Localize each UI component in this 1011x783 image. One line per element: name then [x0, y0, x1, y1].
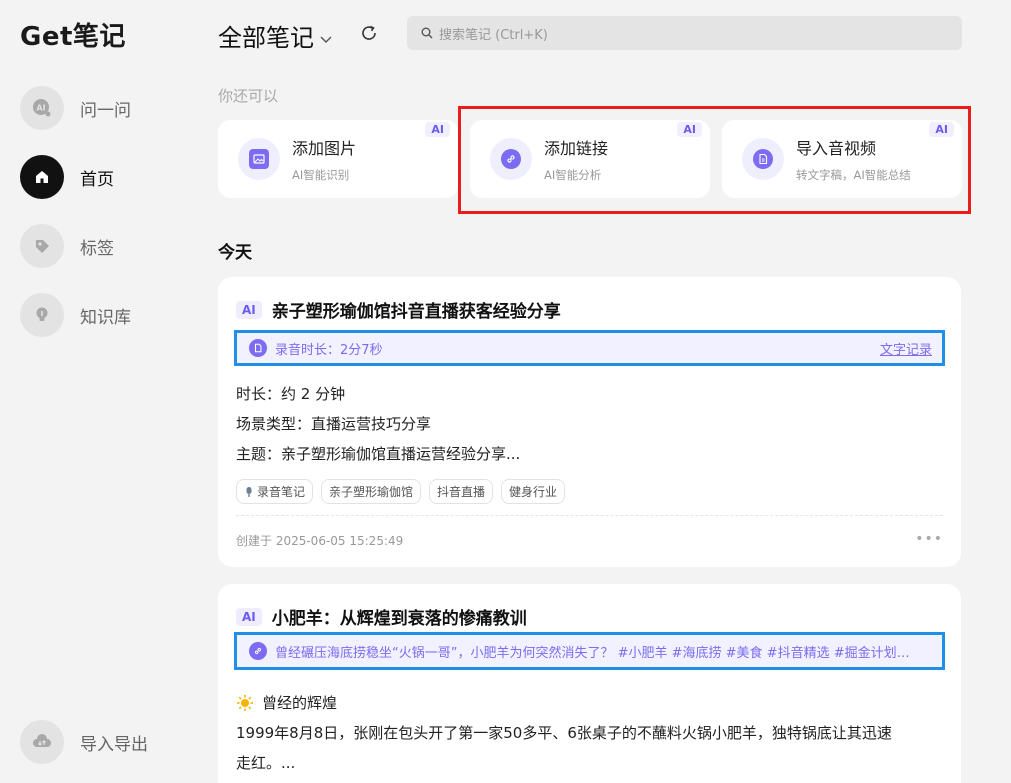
page-title: 全部笔记: [218, 24, 314, 52]
note-card[interactable]: AI 亲子塑形瑜伽馆抖音直播获客经验分享 录音时长：2分7秒 文字记录 时长：约…: [218, 277, 961, 567]
note-paragraph: 走红。...: [236, 754, 296, 772]
subheading-text: 曾经的辉煌: [262, 694, 338, 712]
highlight-box: [458, 106, 971, 214]
sidebar-item-label: 问一问: [80, 100, 131, 121]
lightbulb-icon: [20, 293, 64, 337]
sidebar-item-label: 知识库: [80, 307, 131, 328]
action-title: 添加图片: [292, 139, 357, 158]
recording-duration: 录音时长：2分7秒: [275, 342, 383, 358]
audio-file-icon: [249, 339, 267, 357]
note-subheading: 曾经的辉煌: [236, 692, 337, 713]
add-image-card[interactable]: 添加图片 AI智能识别 AI: [218, 120, 458, 198]
sidebar-item-label: 首页: [80, 169, 114, 190]
svg-text:AI: AI: [36, 104, 45, 113]
action-subtitle: AI智能识别: [292, 168, 350, 182]
note-card[interactable]: AI 小肥羊：从辉煌到衰落的惨痛教训 曾经碾压海底捞稳坐“火锅一哥”，小肥羊为何…: [218, 584, 961, 783]
sun-icon: [237, 694, 253, 711]
ai-badge: AI: [425, 122, 450, 137]
created-timestamp: 创建于 2025-06-05 15:25:49: [236, 534, 404, 548]
note-paragraph: 1999年8月8日，张刚在包头开了第一家50多平、6张桌子的不蘸料火锅小肥羊，独…: [236, 724, 892, 742]
link-summary: 曾经碾压海底捞稳坐“火锅一哥”，小肥羊为何突然消失了？ #小肥羊 #海底捞 #美…: [275, 645, 910, 661]
sidebar-item-import-export[interactable]: 导入导出: [20, 720, 148, 764]
note-line: 主题：亲子塑形瑜伽馆直播运营经验分享...: [236, 445, 521, 463]
note-line: 时长：约 2 分钟: [236, 385, 346, 403]
ai-tag: AI: [236, 607, 262, 626]
sidebar-item-label: 导入导出: [80, 734, 148, 755]
page-title-dropdown[interactable]: 全部笔记: [218, 18, 332, 53]
tag-chip[interactable]: 健身行业: [501, 479, 566, 504]
refresh-icon[interactable]: [358, 22, 380, 44]
link-icon: [249, 642, 267, 660]
chevron-down-icon: [320, 22, 332, 50]
image-icon: [238, 138, 280, 180]
app-logo: Get笔记: [20, 22, 126, 52]
recording-info-bar: 录音时长：2分7秒 文字记录: [234, 330, 945, 366]
link-info-bar[interactable]: 曾经碾压海底捞稳坐“火锅一哥”，小肥羊为何突然消失了？ #小肥羊 #海底捞 #美…: [234, 632, 945, 670]
note-title: 亲子塑形瑜伽馆抖音直播获客经验分享: [271, 302, 561, 322]
home-icon: [20, 155, 64, 199]
tag-chip[interactable]: 抖音直播: [429, 479, 494, 504]
sidebar-item-tags[interactable]: 标签: [20, 224, 114, 268]
tag-label: 健身行业: [509, 485, 558, 499]
tag-chip[interactable]: 录音笔记: [236, 479, 314, 504]
divider: [236, 515, 943, 516]
ai-chat-icon: AI: [20, 86, 64, 130]
sidebar-item-ask[interactable]: AI 问一问: [20, 86, 131, 130]
note-line: 场景类型：直播运营技巧分享: [236, 415, 432, 433]
tag-label: 亲子塑形瑜伽馆: [329, 485, 414, 499]
section-hint: 你还可以: [218, 87, 279, 105]
import-export-icon: [20, 720, 64, 764]
section-today: 今天: [218, 243, 252, 263]
sidebar-item-home[interactable]: 首页: [20, 155, 114, 199]
ai-tag: AI: [236, 300, 262, 319]
sidebar-item-knowledge[interactable]: 知识库: [20, 293, 131, 337]
tag-label: 录音笔记: [257, 485, 306, 499]
search-icon: [421, 27, 433, 39]
note-title: 小肥羊：从辉煌到衰落的惨痛教训: [271, 609, 527, 629]
mic-icon: [246, 486, 252, 497]
transcript-link[interactable]: 文字记录: [880, 339, 932, 358]
tag-chip[interactable]: 亲子塑形瑜伽馆: [321, 479, 422, 504]
more-icon[interactable]: •••: [915, 531, 943, 547]
search-input[interactable]: 搜索笔记 (Ctrl+K): [407, 16, 962, 50]
sidebar-item-label: 标签: [80, 238, 114, 259]
tag-icon: [20, 224, 64, 268]
search-placeholder: 搜索笔记 (Ctrl+K): [439, 27, 548, 43]
tag-label: 抖音直播: [437, 485, 486, 499]
